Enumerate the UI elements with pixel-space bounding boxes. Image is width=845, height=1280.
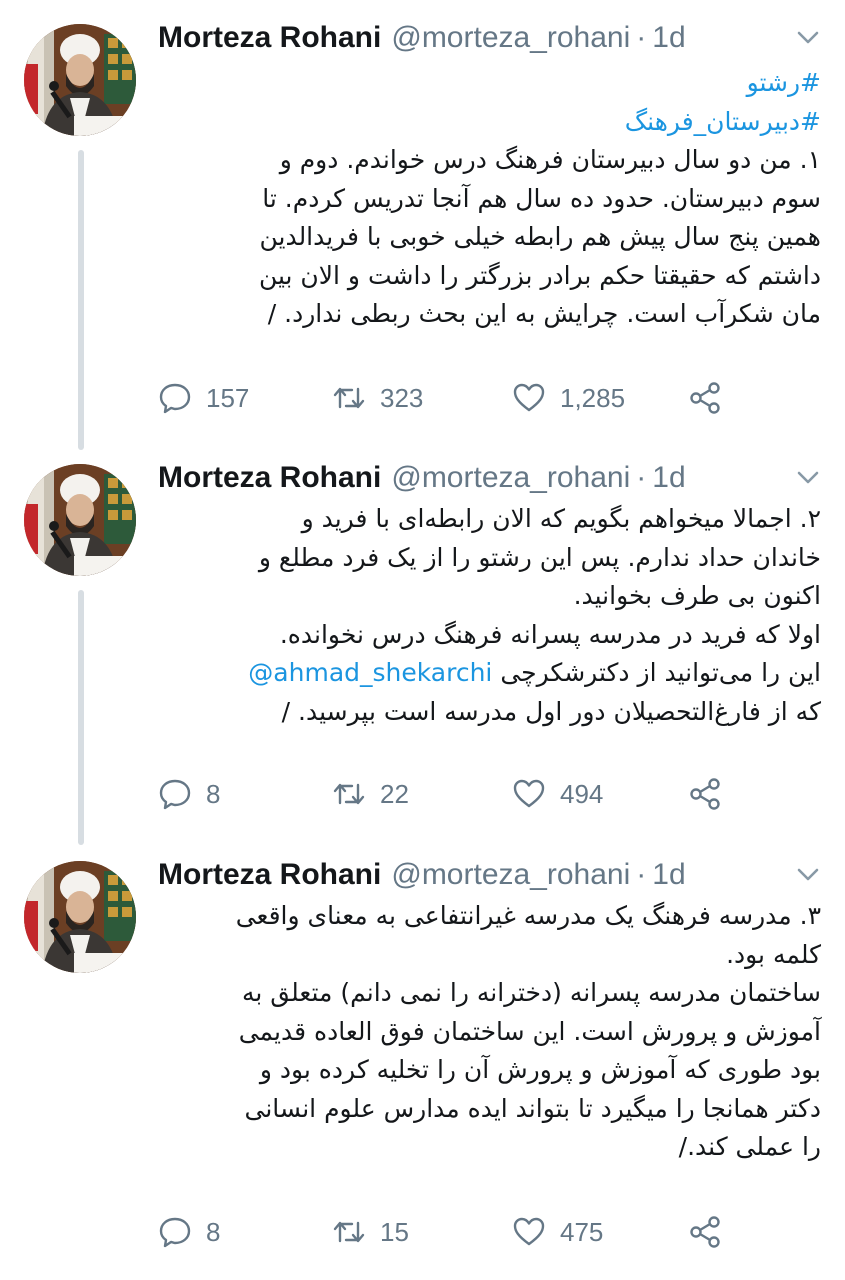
like-button[interactable]: 494	[512, 774, 603, 814]
timestamp[interactable]: 1d	[652, 858, 685, 892]
text-line: همین پنج سال پیش هم رابطه خیلی خوبی با ف…	[259, 222, 821, 251]
tweet[interactable]: Morteza Rohani @morteza_rohani · 1d ۲. ا…	[0, 458, 845, 838]
reply-count: 157	[206, 382, 250, 413]
avatar[interactable]	[24, 24, 136, 136]
author-handle[interactable]: @morteza_rohani	[391, 21, 630, 55]
heart-icon	[513, 383, 545, 412]
text-line: خاندان حداد ندارم. پس این رشتو را از یک …	[258, 542, 821, 572]
avatar[interactable]	[24, 861, 136, 973]
like-count: 494	[560, 778, 604, 809]
tweet-header: Morteza Rohani @morteza_rohani · 1d	[158, 855, 686, 895]
chevron-down-icon[interactable]	[793, 859, 823, 889]
separator: ·	[636, 858, 647, 891]
text-line: دکتر همانجا را میگیرد تا بتواند ایده مدا…	[244, 1093, 822, 1123]
chevron-down-icon[interactable]	[793, 462, 823, 492]
heart-icon	[513, 779, 545, 808]
share-button[interactable]	[688, 1212, 722, 1252]
text-line: آموزش و پرورش است. این ساختمان فوق العاد…	[238, 1016, 821, 1046]
timestamp[interactable]: 1d	[652, 461, 685, 495]
tweet[interactable]: Morteza Rohani @morteza_rohani · 1d #رشت…	[0, 18, 845, 438]
reply-count: 8	[206, 1216, 221, 1247]
text-line: ۳. مدرسه فرهنگ یک مدرسه غیرانتفاعی به مع…	[235, 901, 821, 930]
text-line: که از فارغ‌التحصیلان دور اول مدرسه است ب…	[281, 696, 821, 726]
like-count: 1,285	[560, 382, 626, 413]
hashtag[interactable]: #دبیرستان_فرهنگ	[625, 107, 821, 136]
separator: ·	[636, 21, 647, 54]
text-line: ۱. من دو سال دبیرستان فرهنگ درس خواندم. …	[279, 145, 821, 174]
author-name[interactable]: Morteza Rohani	[158, 858, 381, 892]
tweet-actions: 8 15 475	[158, 1212, 738, 1252]
text-line: بود طوری که آموزش و پرورش آن را تخلیه کر…	[259, 1055, 821, 1084]
tweet-actions: 8 22 494	[158, 774, 738, 814]
text-line: داشتم که حقیقتا حکم برادر بزرگتر را داشت…	[258, 260, 821, 290]
share-icon	[690, 778, 720, 810]
retweet-icon	[333, 783, 365, 805]
heart-icon	[513, 1217, 545, 1246]
retweet-count: 15	[380, 1216, 409, 1247]
tweet-text: ۳. مدرسه فرهنگ یک مدرسه غیرانتفاعی به مع…	[158, 897, 821, 1167]
hashtag[interactable]: #رشتو	[747, 68, 821, 97]
like-count: 475	[560, 1216, 604, 1247]
author-handle[interactable]: @morteza_rohani	[391, 461, 630, 495]
avatar[interactable]	[24, 464, 136, 576]
timestamp[interactable]: 1d	[652, 21, 685, 55]
author-name[interactable]: Morteza Rohani	[158, 461, 381, 495]
share-button[interactable]	[688, 378, 722, 418]
retweet-count: 323	[380, 382, 424, 413]
retweet-button[interactable]: 15	[332, 1212, 409, 1252]
text-line: اولا که فرید در مدرسه پسرانه فرهنگ درس ن…	[279, 619, 821, 649]
tweet-text: #رشتو #دبیرستان_فرهنگ ۱. من دو سال دبیرس…	[158, 64, 821, 334]
tweet-actions: 157 323 1,285	[158, 378, 738, 418]
tweet-header: Morteza Rohani @morteza_rohani · 1d	[158, 458, 686, 498]
like-button[interactable]: 1,285	[512, 378, 625, 418]
reply-icon	[159, 383, 191, 414]
retweet-icon	[333, 387, 365, 409]
share-button[interactable]	[688, 774, 722, 814]
text-line: ۲. اجمالا میخواهم بگویم که الان رابطه‌ای…	[301, 504, 821, 533]
reply-button[interactable]: 8	[158, 1212, 220, 1252]
chevron-down-icon[interactable]	[793, 22, 823, 52]
retweet-icon	[333, 1221, 365, 1243]
text-line: کلمه بود.	[726, 939, 821, 969]
share-icon	[690, 1216, 720, 1248]
text-fragment: این را می‌توانید از دکترشکرچی	[500, 658, 821, 687]
tweet-header: Morteza Rohani @morteza_rohani · 1d	[158, 18, 686, 58]
retweet-button[interactable]: 323	[332, 378, 423, 418]
text-line: مان شکرآب است. چرایش به این بحث ربطی ندا…	[267, 299, 821, 328]
share-icon	[690, 382, 720, 414]
author-handle[interactable]: @morteza_rohani	[391, 858, 630, 892]
tweet[interactable]: Morteza Rohani @morteza_rohani · 1d ۳. م…	[0, 855, 845, 1275]
mention-link[interactable]: @ahmad_shekarchi	[248, 658, 492, 687]
reply-button[interactable]: 157	[158, 378, 249, 418]
like-button[interactable]: 475	[512, 1212, 603, 1252]
separator: ·	[636, 461, 647, 494]
retweet-count: 22	[380, 778, 409, 809]
reply-icon	[159, 779, 191, 810]
tweet-text: ۲. اجمالا میخواهم بگویم که الان رابطه‌ای…	[158, 500, 821, 731]
reply-icon	[159, 1217, 191, 1248]
text-line: سوم دبیرستان. حدود ده سال هم آنجا تدریس …	[262, 183, 821, 213]
text-line-with-mention: این را می‌توانید از دکترشکرچی @ahmad_she…	[158, 654, 821, 693]
reply-count: 8	[206, 778, 221, 809]
reply-button[interactable]: 8	[158, 774, 220, 814]
text-line: را عملی کند./	[678, 1132, 821, 1161]
text-line: ساختمان مدرسه پسرانه (دخترانه را نمی دان…	[241, 978, 821, 1007]
author-name[interactable]: Morteza Rohani	[158, 21, 381, 55]
retweet-button[interactable]: 22	[332, 774, 409, 814]
text-line: اکنون بی طرف بخوانید.	[573, 581, 821, 610]
